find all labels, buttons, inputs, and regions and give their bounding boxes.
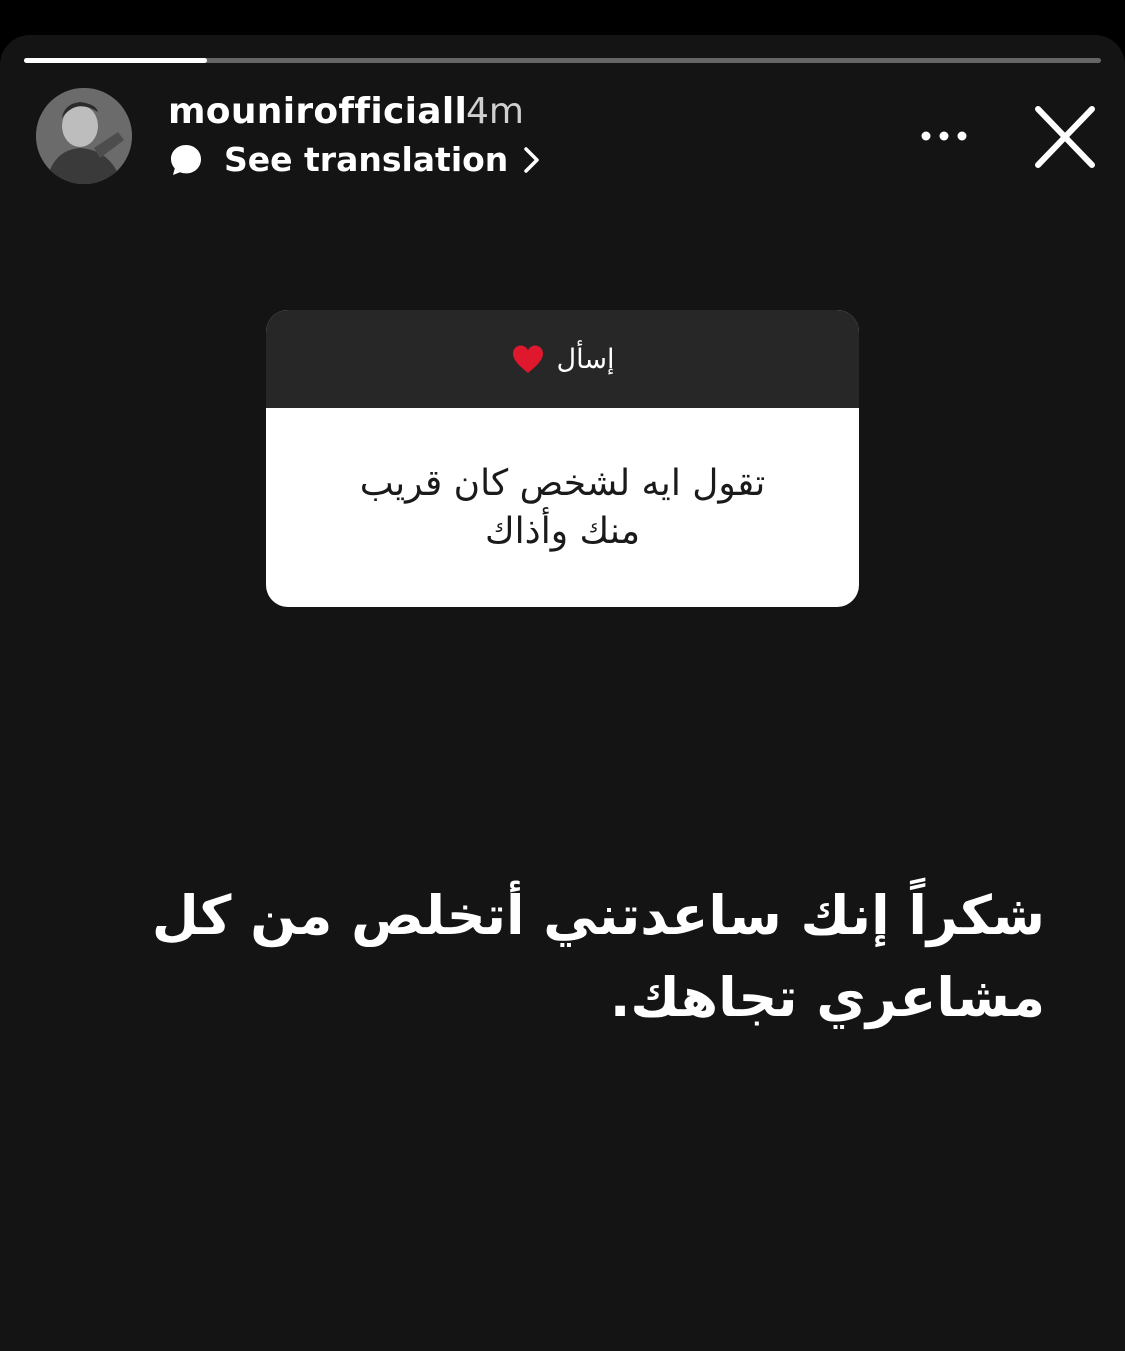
question-sticker-header: إسأل <box>266 310 859 408</box>
close-button[interactable] <box>1030 104 1100 170</box>
chevron-right-icon <box>524 147 540 173</box>
question-sticker-body: تقول ايه لشخص كان قريب منك وأذاك <box>266 408 859 607</box>
close-icon <box>1035 106 1095 168</box>
speech-bubble-icon <box>171 145 201 175</box>
story-progress-fill <box>24 58 208 63</box>
see-translation-link[interactable]: See translation <box>168 138 542 182</box>
question-sticker-title: إسأل <box>556 343 615 375</box>
profile-photo <box>36 88 132 184</box>
question-sticker[interactable]: إسأل تقول ايه لشخص كان قريب منك وأذاك <box>266 310 859 607</box>
username[interactable]: mounirofficiall <box>168 90 467 134</box>
more-horizontal-icon <box>921 131 967 141</box>
story-view[interactable]: mounirofficiall 4m See translation إسأل <box>0 35 1125 1351</box>
story-progress-bar <box>24 58 1101 63</box>
more-options-button[interactable] <box>914 111 974 161</box>
avatar[interactable] <box>36 88 132 184</box>
red-heart-icon <box>512 345 543 373</box>
see-translation-label: See translation <box>224 140 509 179</box>
question-text: تقول ايه لشخص كان قريب منك وأذاك <box>359 462 766 552</box>
post-time: 4m <box>466 91 524 132</box>
answer-text: شكراً إنك ساعدتني أتخلص من كل مشاعري تجا… <box>151 884 1045 1029</box>
